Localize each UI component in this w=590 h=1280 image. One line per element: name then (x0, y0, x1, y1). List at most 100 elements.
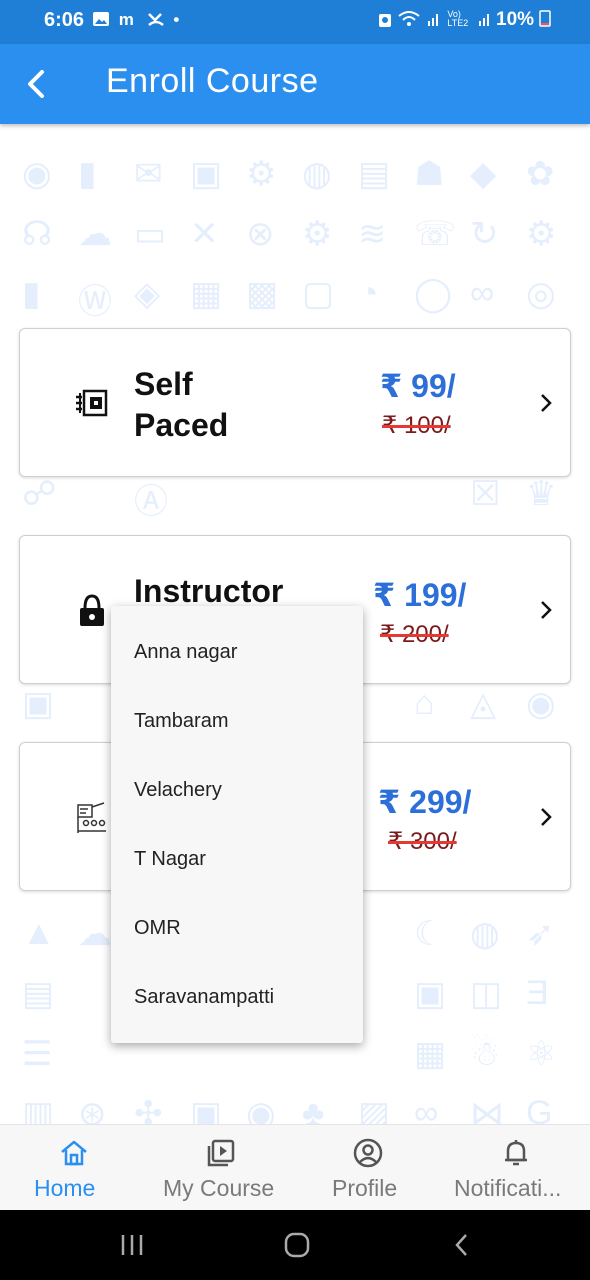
pattern-icon: ✿ (526, 155, 555, 193)
pattern-icon: ♛ (526, 475, 557, 513)
page-title: Enroll Course (106, 62, 319, 100)
pattern-icon: ▦ (190, 275, 223, 313)
pattern-icon: ∞ (414, 1094, 439, 1124)
pattern-icon: ▩ (246, 275, 279, 313)
bell-icon (505, 1140, 527, 1166)
pattern-icon: ▭ (134, 215, 167, 253)
notification-icons: m • (92, 10, 183, 30)
pattern-icon: ↻ (470, 215, 499, 253)
course-price: ₹ 99/ (380, 368, 456, 404)
pattern-icon: Ⓐ (134, 483, 168, 521)
self-paced-icon (76, 389, 108, 417)
m-icon: m (118, 10, 138, 29)
system-navigation-bar (0, 1210, 590, 1280)
bottom-navigation: Home My Course Profile Notificati... (0, 1124, 590, 1210)
pattern-icon: ⊗ (246, 215, 275, 253)
pattern-icon: ▣ (414, 975, 447, 1013)
pattern-icon: ◔ (358, 274, 379, 312)
pattern-icon: ✉ (134, 155, 163, 193)
location-dropdown-menu: Anna nagar Tambaram Velachery T Nagar OM… (111, 606, 363, 1043)
pattern-icon: ☰ (22, 1035, 53, 1073)
course-card-self-paced[interactable]: Self Paced ₹ 99/ ₹ 100/ (19, 328, 571, 477)
pattern-icon: ♣ (302, 1094, 325, 1124)
pattern-icon: ⋈ (470, 1095, 504, 1124)
dot-icon: • (173, 10, 184, 29)
home-button-icon[interactable] (283, 1231, 311, 1259)
course-old-price: ₹ 200/ (380, 621, 449, 648)
dropdown-option-t-nagar[interactable]: T Nagar (134, 848, 206, 871)
pattern-icon: ⚙ (526, 215, 557, 253)
pattern-icon: ⚛ (526, 1035, 557, 1073)
instructor-icon (80, 594, 104, 626)
video-library-icon (207, 1139, 235, 1167)
pattern-icon: ◉ (526, 685, 556, 723)
pattern-icon: ☏ (414, 215, 457, 253)
pattern-icon: ◍ (302, 155, 332, 193)
pattern-icon: ☾ (414, 915, 445, 953)
pattern-icon: ◆ (470, 155, 497, 193)
pattern-icon: Ǝ (526, 974, 549, 1012)
pattern-icon: ☃ (470, 1035, 501, 1073)
signal-icon-2 (478, 14, 489, 26)
card-title-line2: Paced (134, 407, 229, 443)
pattern-icon: ◉ (246, 1095, 276, 1124)
pattern-icon: ▣ (22, 685, 55, 723)
alarm-icon (379, 14, 391, 27)
chevron-right-icon (541, 601, 552, 619)
pattern-icon: ☍ (22, 475, 57, 513)
nav-label: Profile (332, 1175, 398, 1201)
dropdown-option-omr[interactable]: OMR (134, 917, 181, 940)
pattern-icon: ⚙ (302, 215, 333, 253)
pattern-icon: ✕ (190, 215, 219, 253)
pattern-icon: ☁ (78, 915, 112, 953)
chevron-right-icon (541, 808, 552, 826)
home-icon (61, 1140, 87, 1166)
system-back-icon[interactable] (450, 1231, 474, 1259)
pattern-icon: ☁ (78, 215, 112, 253)
wifi-icon (398, 11, 421, 26)
pattern-icon: ◯ (414, 275, 453, 313)
back-arrow-icon[interactable] (18, 62, 58, 106)
course-price: ₹ 299/ (378, 784, 472, 820)
classroom-icon (77, 802, 106, 833)
pattern-icon: ◉ (22, 155, 52, 193)
pattern-icon: G (526, 1094, 553, 1124)
nav-item-home[interactable]: Home (0, 1125, 147, 1211)
chevron-right-icon (541, 394, 552, 412)
pattern-icon: ⚙ (246, 155, 277, 193)
nav-label: My Course (163, 1175, 275, 1201)
pattern-icon: ◎ (526, 275, 556, 313)
pattern-icon: ▮ (22, 275, 41, 313)
pattern-icon: ✣ (134, 1095, 163, 1124)
pattern-icon: ▲ (22, 914, 56, 952)
nav-item-notifications[interactable]: Notificati... (442, 1125, 590, 1211)
status-bar: 6:06 m • Vo) LTE2 10% (0, 0, 590, 44)
nav-item-my-course[interactable]: My Course (147, 1125, 295, 1211)
status-time: 6:06 (44, 9, 85, 31)
battery-level: 10% (496, 9, 552, 31)
pattern-icon: ☒ (470, 475, 501, 513)
pattern-icon: ▥ (22, 1095, 55, 1124)
pattern-icon: ☗ (414, 155, 445, 193)
pattern-icon: ▤ (22, 975, 55, 1013)
profile-icon (353, 1138, 383, 1168)
dropdown-option-velachery[interactable]: Velachery (134, 779, 222, 802)
dropdown-option-anna-nagar[interactable]: Anna nagar (134, 641, 237, 664)
pattern-icon: ▦ (414, 1035, 447, 1073)
pattern-icon: ▣ (190, 1095, 223, 1124)
system-icons: Vo) LTE2 (378, 10, 492, 30)
network-label: Vo) LTE2 (447, 9, 469, 28)
course-price: ₹ 199/ (373, 577, 467, 613)
pattern-icon: ⊛ (78, 1095, 107, 1124)
dropdown-option-saravanampatti[interactable]: Saravanampatti (134, 986, 274, 1009)
dropdown-option-tambaram[interactable]: Tambaram (134, 710, 228, 733)
missed-call-icon (147, 13, 164, 26)
pattern-icon: ▮ (78, 155, 97, 193)
pattern-icon: ▢ (302, 275, 335, 313)
course-old-price: ₹ 300/ (388, 828, 457, 855)
recent-apps-icon[interactable] (118, 1232, 146, 1258)
nav-item-profile[interactable]: Profile (295, 1125, 442, 1211)
signal-icon (427, 14, 438, 26)
pattern-icon: ◫ (470, 975, 503, 1013)
pattern-icon: ☊ (22, 215, 53, 253)
